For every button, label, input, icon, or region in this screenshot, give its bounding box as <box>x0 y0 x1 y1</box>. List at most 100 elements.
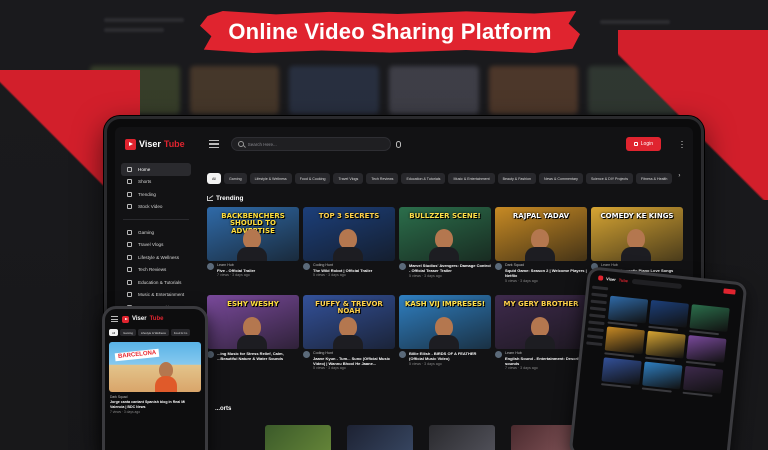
sidebar-item-shorts[interactable]: Shorts <box>121 176 191 189</box>
menu-icon[interactable] <box>208 140 219 148</box>
avatar[interactable] <box>399 263 406 270</box>
shorts-icon <box>127 179 132 185</box>
chip-news-commentary[interactable]: News & Commentary <box>538 173 583 184</box>
login-button[interactable]: Login <box>625 137 661 151</box>
short-thumbnail[interactable] <box>265 425 331 450</box>
app-logo[interactable]: Viser Tube <box>598 274 628 283</box>
video-thumbnail[interactable] <box>601 357 642 386</box>
video-thumbnail[interactable]: COMEDY KE KINGS <box>591 207 683 261</box>
avatar[interactable] <box>207 263 214 270</box>
chevron-right-icon[interactable]: › <box>675 173 680 184</box>
video-thumbnail[interactable]: FUFFY & TREVOR NOAH <box>303 294 395 349</box>
tablet-video-card[interactable] <box>689 304 730 336</box>
tablet-video-card[interactable] <box>645 330 686 363</box>
phone-video-thumbnail[interactable]: BARCELONA <box>109 342 201 392</box>
chip-lifestyle-wellness[interactable]: Lifestyle & Wellness <box>137 329 169 336</box>
more-options-icon[interactable] <box>681 139 683 149</box>
sidebar-item-trending[interactable]: Trending <box>121 188 191 201</box>
trending-title: Trending <box>216 195 244 202</box>
video-thumbnail[interactable] <box>682 365 724 394</box>
video-title[interactable]: Billie Eilish - BIRDS OF A FEATHER (Offi… <box>409 351 491 362</box>
video-card[interactable]: RAJPAL YADAV Dark Squad Squid Game: Season… <box>495 207 587 289</box>
tablet-video-card[interactable] <box>601 357 642 389</box>
chip-tech-reviews[interactable]: Tech Reviews <box>366 173 399 184</box>
home-icon <box>127 166 132 172</box>
chip-food-co[interactable]: Food & Co <box>170 329 191 336</box>
app-logo[interactable]: Viser Tube <box>125 138 185 150</box>
sidebar-item-education-tutorials[interactable]: Education & Tutorials <box>121 276 191 289</box>
video-thumbnail[interactable]: TOP 3 SECRETS <box>303 207 395 261</box>
avatar[interactable] <box>399 350 406 358</box>
video-thumbnail[interactable]: MY GERY BROTHER <box>495 294 587 349</box>
video-thumbnail[interactable]: KASH VIJ IMPRESES! <box>399 294 491 349</box>
video-thumbnail[interactable]: BACKBENCHERS SHOULD TO ADVERTISE <box>207 207 299 261</box>
video-thumbnail[interactable]: RAJPAL YADAV <box>495 207 587 261</box>
sidebar-item-travel-vlogs[interactable]: Travel Vlogs <box>121 239 191 252</box>
video-card[interactable]: MY GERY BROTHER Learn Hub English Sound - … <box>495 294 587 371</box>
chip-science-diy-projects[interactable]: Science & DIY Projects <box>585 173 634 184</box>
sidebar-item-gaming[interactable]: Gaming <box>121 226 191 239</box>
chip-food-cooking[interactable]: Food & Cooking <box>294 173 331 184</box>
video-thumbnail[interactable]: ESHY WESHY <box>207 294 299 349</box>
chip-lifestyle-wellness[interactable]: Lifestyle & Wellness <box>249 173 292 184</box>
chip-beauty-fashion[interactable]: Beauty & Fashion <box>497 173 536 184</box>
sidebar-item-lifestyle-wellness[interactable]: Lifestyle & Wellness <box>121 251 191 264</box>
tablet-video-card[interactable] <box>648 299 689 332</box>
video-thumbnail[interactable] <box>689 304 730 333</box>
video-thumbnail[interactable]: BULLZZER SCENE! <box>399 207 491 261</box>
video-title[interactable]: Squid Game: Season 2 | Welcome Players |… <box>505 268 587 279</box>
video-card[interactable]: BACKBENCHERS SHOULD TO ADVERTISE Learn Hu… <box>207 207 299 289</box>
avatar[interactable] <box>207 350 214 358</box>
video-card[interactable]: TOP 3 SECRETS Coding Hunt The Wild Robot |… <box>303 207 395 289</box>
thumb-figure <box>531 229 549 249</box>
avatar[interactable] <box>495 263 502 270</box>
stock-video-icon <box>127 204 132 210</box>
tablet-video-card[interactable] <box>604 326 645 358</box>
video-title[interactable]: ...ing Music for Stress Relief, Calm, ..… <box>217 351 299 362</box>
video-thumbnail[interactable] <box>604 326 645 355</box>
chip-travel-vlogs[interactable]: Travel Vlogs <box>333 173 364 184</box>
microphone-icon[interactable] <box>395 140 401 148</box>
video-thumbnail[interactable] <box>607 295 649 324</box>
video-thumbnail[interactable] <box>642 361 683 390</box>
chip-music-entertainment[interactable]: Music & Entertainment <box>448 173 495 184</box>
short-thumbnail[interactable] <box>429 425 495 450</box>
app-logo[interactable]: Viser Tube <box>122 315 163 323</box>
avatar[interactable] <box>303 263 310 270</box>
tablet-video-card[interactable] <box>682 365 724 398</box>
login-button[interactable] <box>723 287 736 295</box>
search-box[interactable] <box>230 137 391 151</box>
video-thumbnail[interactable] <box>686 335 727 363</box>
chip-education-tutorials[interactable]: Education & Tutorials <box>401 173 446 184</box>
video-thumbnail[interactable] <box>645 330 686 359</box>
sidebar-item-stock-video[interactable]: Stock Video <box>121 201 191 214</box>
tablet-video-card[interactable] <box>685 335 727 367</box>
avatar[interactable] <box>495 350 502 358</box>
search-box[interactable] <box>631 278 683 289</box>
video-card[interactable]: FUFFY & TREVOR NOAH Coding Hunt Jaane Kyun… <box>303 294 395 371</box>
video-card[interactable]: KASH VIJ IMPRESES! Billie Eilish - BIRDS … <box>399 294 491 371</box>
video-card[interactable]: BULLZZER SCENE! Marvel Studios' Avengers:… <box>399 207 491 289</box>
sidebar-item-home[interactable]: Home <box>121 163 191 176</box>
video-title[interactable]: Jaane Kyun - Tum... Suno (Official Music… <box>313 356 395 367</box>
menu-icon[interactable] <box>111 316 118 322</box>
chip-gaming[interactable]: Gaming <box>224 173 247 184</box>
video-card[interactable]: ESHY WESHY ...ing Music for Stress Relief… <box>207 294 299 371</box>
video-title[interactable]: English Sound - Entertainment: Describin… <box>505 356 587 367</box>
thumbnail-text: KASH VIJ IMPRESES! <box>404 299 486 308</box>
video-title[interactable]: Marvel Studios' Avengers: Damage Control… <box>409 263 491 274</box>
chip-all[interactable]: All <box>109 329 119 336</box>
short-thumbnail[interactable] <box>347 425 413 450</box>
tablet-video-card[interactable] <box>641 361 683 394</box>
search-input[interactable] <box>247 141 368 147</box>
video-title[interactable]: Jorge canta cantant Spanish blog in Real… <box>110 400 200 410</box>
tablet-video-card[interactable] <box>607 295 649 328</box>
short-thumbnail[interactable] <box>511 425 577 450</box>
avatar[interactable] <box>303 350 310 358</box>
video-thumbnail[interactable] <box>648 299 689 328</box>
chip-all[interactable]: All <box>207 173 221 184</box>
sidebar-item-music-entertainment[interactable]: Music & Entertainment <box>121 289 191 302</box>
chip-fitness-health[interactable]: Fitness & Health <box>636 173 673 184</box>
sidebar-item-tech-reviews[interactable]: Tech Reviews <box>121 264 191 277</box>
chip-gaming[interactable]: Gaming <box>120 329 136 336</box>
